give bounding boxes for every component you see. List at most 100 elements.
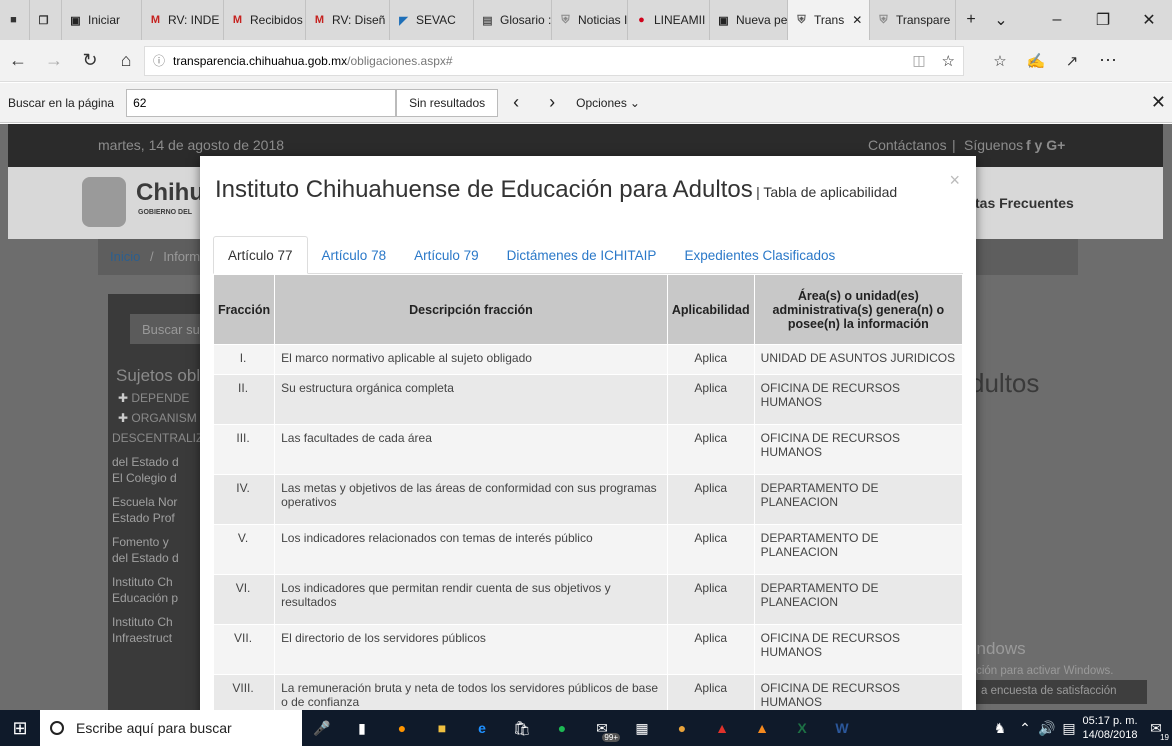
edge-icon[interactable]: e	[462, 710, 502, 746]
address-bar-row: ← → ↻ ⌂ ⓘ transparencia.chihuahua.gob.mx…	[0, 40, 1172, 82]
refresh-icon[interactable]: ↻	[72, 43, 108, 79]
fraction-cell: II.	[212, 374, 276, 425]
table-row: I. El marco normativo aplicable al sujeto…	[212, 344, 964, 375]
home-icon[interactable]: ⌂	[108, 43, 144, 79]
find-options[interactable]: Opciones	[576, 96, 627, 110]
browser-tab[interactable]: M Recibidos	[224, 0, 306, 40]
close-icon[interactable]: ✕	[1151, 92, 1166, 113]
browser-tab[interactable]: ❐	[30, 0, 62, 40]
acrobat-icon[interactable]: ▲	[702, 710, 742, 746]
divider: |	[952, 137, 956, 153]
browser-tab[interactable]: ▣ Iniciar	[62, 0, 142, 40]
notifications-icon[interactable]: ✉ 19	[1140, 710, 1172, 746]
breadcrumb-next[interactable]: Inform	[163, 249, 200, 264]
browser-tab[interactable]: ⛨ Noticias I	[552, 0, 628, 40]
file-explorer-icon[interactable]: ■	[422, 710, 462, 746]
background-heading: dultos	[970, 368, 1040, 398]
task-view-icon[interactable]: ▮	[342, 710, 382, 746]
tab-article[interactable]: Artículo 77	[213, 236, 308, 274]
tab-close-icon[interactable]: ✕	[852, 13, 862, 27]
sidebar-item[interactable]: Educación p	[108, 590, 208, 606]
url-field[interactable]: ⓘ transparencia.chihuahua.gob.mx/obligac…	[144, 45, 964, 76]
share-icon[interactable]: ↗	[1054, 43, 1090, 79]
sidebar-item[interactable]: Estado Prof	[108, 510, 208, 526]
sidebar-item[interactable]: ✚ DEPENDE	[108, 390, 208, 406]
mail-icon[interactable]: ✉ 99+	[582, 710, 622, 746]
restore-icon[interactable]: ❐	[1080, 0, 1126, 40]
browser-tab[interactable]: ■	[0, 0, 30, 40]
find-previous-icon[interactable]: ‹	[498, 92, 534, 113]
back-arrow-icon[interactable]: ←	[0, 43, 36, 79]
favorites-list-icon[interactable]: ☆	[982, 43, 1018, 79]
new-tab-icon[interactable]: +	[956, 0, 986, 40]
sidebar-item[interactable]: Escuela Nor	[108, 494, 208, 510]
modal-title: Instituto Chihuahuense de Educación para…	[215, 176, 898, 203]
volume-icon[interactable]: 🔊	[1036, 710, 1058, 746]
tab-article[interactable]: Dictámenes de ICHITAIP	[493, 236, 671, 274]
sidebar-item[interactable]: Instituto Ch	[108, 574, 208, 590]
tab-article[interactable]: Expedientes Clasificados	[670, 236, 849, 274]
tab-article[interactable]: Artículo 78	[308, 236, 401, 274]
browser-tab[interactable]: M RV: Diseñ	[306, 0, 390, 40]
reading-view-icon[interactable]: ◫	[912, 52, 925, 69]
back-tabs-icon: ❐	[38, 14, 49, 27]
word-icon[interactable]: W	[822, 710, 862, 746]
shield-icon: ⛨	[561, 13, 570, 26]
sidebar-item[interactable]: ✚ ORGANISM	[108, 410, 208, 426]
store-icon[interactable]: 🛍	[502, 710, 542, 746]
firefox-icon[interactable]: ●	[382, 710, 422, 746]
red-circle-icon: ●	[638, 14, 645, 26]
shield-icon: ⛨	[797, 13, 806, 26]
browser-tab[interactable]: ⛨ Trans ✕	[788, 0, 870, 40]
calculator-icon[interactable]: ▦	[622, 710, 662, 746]
description-cell: Las facultades de cada área	[274, 424, 668, 475]
vlc-icon[interactable]: ▲	[742, 710, 782, 746]
sidebar-item[interactable]: El Colegio d	[108, 470, 208, 486]
breadcrumb-home[interactable]: Inicio	[110, 249, 140, 264]
browser-tab[interactable]: ▣ Nueva pe	[710, 0, 788, 40]
tray-chevron-icon[interactable]: ⌃	[1014, 710, 1036, 746]
sidebar-item[interactable]: Infraestruct	[108, 630, 208, 646]
column-header: Descripción fracción	[274, 274, 668, 345]
start-windows-icon[interactable]: ⊞	[0, 710, 40, 746]
minimize-icon[interactable]: –	[1034, 0, 1080, 40]
spotify-icon[interactable]: ●	[542, 710, 582, 746]
table-row: III. Las facultades de cada área Aplica OFI…	[212, 424, 964, 475]
faq-link[interactable]: tas Frecuentes	[975, 195, 1074, 211]
social-icons[interactable]: f y G+	[1026, 137, 1065, 153]
tab-list-chevron-icon[interactable]: ⌄	[986, 0, 1016, 40]
description-cell: El directorio de los servidores públicos	[274, 624, 668, 675]
description-cell: Los indicadores que permitan rendir cuen…	[274, 574, 668, 625]
sidebar-item[interactable]: Instituto Ch	[108, 614, 208, 630]
browser-tab[interactable]: M RV: INDE	[142, 0, 224, 40]
browser-tab[interactable]: ▤ Glosario :	[474, 0, 552, 40]
sidebar-item[interactable]: del Estado d	[108, 454, 208, 470]
find-input[interactable]	[126, 88, 397, 117]
modal-close-button[interactable]: ×	[949, 170, 960, 191]
find-next-icon[interactable]: ›	[534, 92, 570, 113]
people-icon[interactable]: ♞	[986, 710, 1014, 746]
sidebar-item[interactable]: Fomento y	[108, 534, 208, 550]
browser-tab[interactable]: ◤ SEVAC	[390, 0, 474, 40]
table-row: V. Los indicadores relacionados con temas…	[212, 524, 964, 575]
more-icon[interactable]: ⋯	[1090, 43, 1126, 79]
window-close-icon[interactable]: ✕	[1126, 0, 1172, 40]
contact-link[interactable]: Contáctanos	[868, 137, 947, 153]
survey-banner[interactable]: a encuesta de satisfacción	[975, 680, 1147, 704]
sidebar-item[interactable]: del Estado d	[108, 550, 208, 566]
clock[interactable]: 05:17 p. m. 14/08/2018	[1080, 714, 1140, 742]
forward-arrow-icon[interactable]: →	[36, 43, 72, 79]
chrome-icon[interactable]: ●	[662, 710, 702, 746]
mail-badge: 99+	[602, 733, 620, 742]
fraction-cell: V.	[212, 524, 276, 575]
microphone-icon[interactable]: 🎤	[302, 710, 342, 746]
browser-tab[interactable]: ⛨ Transpare	[870, 0, 956, 40]
browser-tab[interactable]: ● LINEAMII	[628, 0, 710, 40]
network-icon[interactable]: ▤	[1058, 710, 1080, 746]
taskbar-search-box[interactable]: Escribe aquí para buscar	[40, 710, 302, 746]
sidebar-item[interactable]: DESCENTRALIZ	[108, 430, 208, 446]
tab-article[interactable]: Artículo 79	[400, 236, 493, 274]
excel-icon[interactable]: X	[782, 710, 822, 746]
pen-icon[interactable]: ✍	[1018, 43, 1054, 79]
favorite-star-icon[interactable]: ☆	[942, 52, 955, 70]
